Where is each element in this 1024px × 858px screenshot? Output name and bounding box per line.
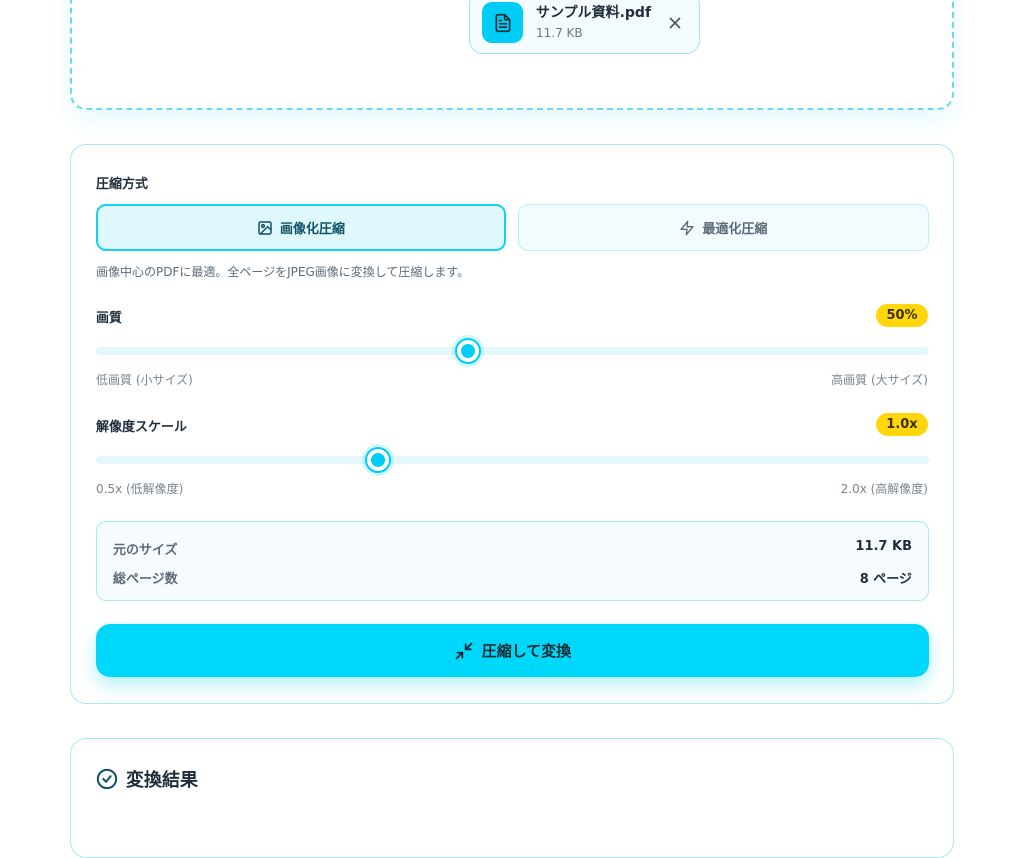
scale-min-label: 0.5x (低解像度)	[96, 482, 184, 496]
quality-min-label: 低画質 (小サイズ)	[96, 373, 193, 387]
method-optimize-compression-label: 最適化圧縮	[702, 222, 768, 237]
quality-label: 画質	[96, 311, 123, 326]
scale-slider-track[interactable]	[96, 456, 929, 464]
scale-label: 解像度スケール	[96, 420, 188, 435]
check-circle-icon	[96, 768, 118, 790]
compress-icon	[454, 641, 474, 661]
remove-file-button[interactable]	[663, 11, 687, 35]
quality-value-badge: 50%	[876, 304, 928, 327]
original-size-row: 元のサイズ 11.7 KB	[113, 539, 912, 558]
file-size: 11.7 KB	[536, 26, 583, 40]
close-icon	[669, 17, 681, 28]
image-icon	[257, 220, 273, 236]
method-description: 画像中心のPDFに最適。全ページをJPEG画像に変換して圧縮します。	[96, 265, 470, 279]
scale-max-label: 2.0x (高解像度)	[840, 482, 928, 496]
compress-convert-button[interactable]: 圧縮して変換	[96, 624, 929, 677]
bolt-icon	[679, 220, 695, 236]
page-count-label: 総ページ数	[113, 572, 178, 587]
scale-value-badge: 1.0x	[876, 413, 928, 436]
quality-slider[interactable]	[96, 338, 929, 364]
page-count-row: 総ページ数 8 ページ	[113, 568, 912, 587]
method-image-compression-label: 画像化圧縮	[279, 222, 345, 237]
scale-slider[interactable]	[96, 447, 929, 473]
method-image-compression-button[interactable]: 画像化圧縮	[96, 204, 506, 251]
quality-slider-thumb[interactable]	[455, 338, 482, 364]
file-meta: サンプル資料.pdf 11.7 KB	[536, 4, 663, 41]
scale-slider-thumb[interactable]	[364, 447, 391, 473]
result-title-text: 変換結果	[126, 770, 198, 791]
compress-convert-label: 圧縮して変換	[481, 642, 572, 660]
compression-method-label: 圧縮方式	[96, 177, 149, 192]
result-title: 変換結果	[96, 766, 198, 792]
file-info-box: 元のサイズ 11.7 KB 総ページ数 8 ページ	[96, 521, 929, 601]
conversion-result-card: 変換結果	[70, 738, 954, 858]
quality-max-label: 高画質 (大サイズ)	[831, 373, 928, 387]
document-icon	[482, 2, 523, 43]
file-name: サンプル資料.pdf	[536, 5, 652, 21]
upload-dropzone[interactable]: サンプル資料.pdf 11.7 KB	[70, 0, 954, 110]
compression-settings-card: 圧縮方式 画像化圧縮 最適化圧縮 画像中心のPDFに最適。全ページをJPEG画像…	[70, 144, 954, 704]
quality-slider-track[interactable]	[96, 347, 929, 355]
method-optimize-compression-button[interactable]: 最適化圧縮	[518, 204, 929, 251]
original-size-value: 11.7 KB	[855, 539, 912, 554]
page-count-value: 8 ページ	[859, 572, 912, 587]
selected-file-chip: サンプル資料.pdf 11.7 KB	[469, 0, 700, 54]
original-size-label: 元のサイズ	[113, 543, 178, 558]
